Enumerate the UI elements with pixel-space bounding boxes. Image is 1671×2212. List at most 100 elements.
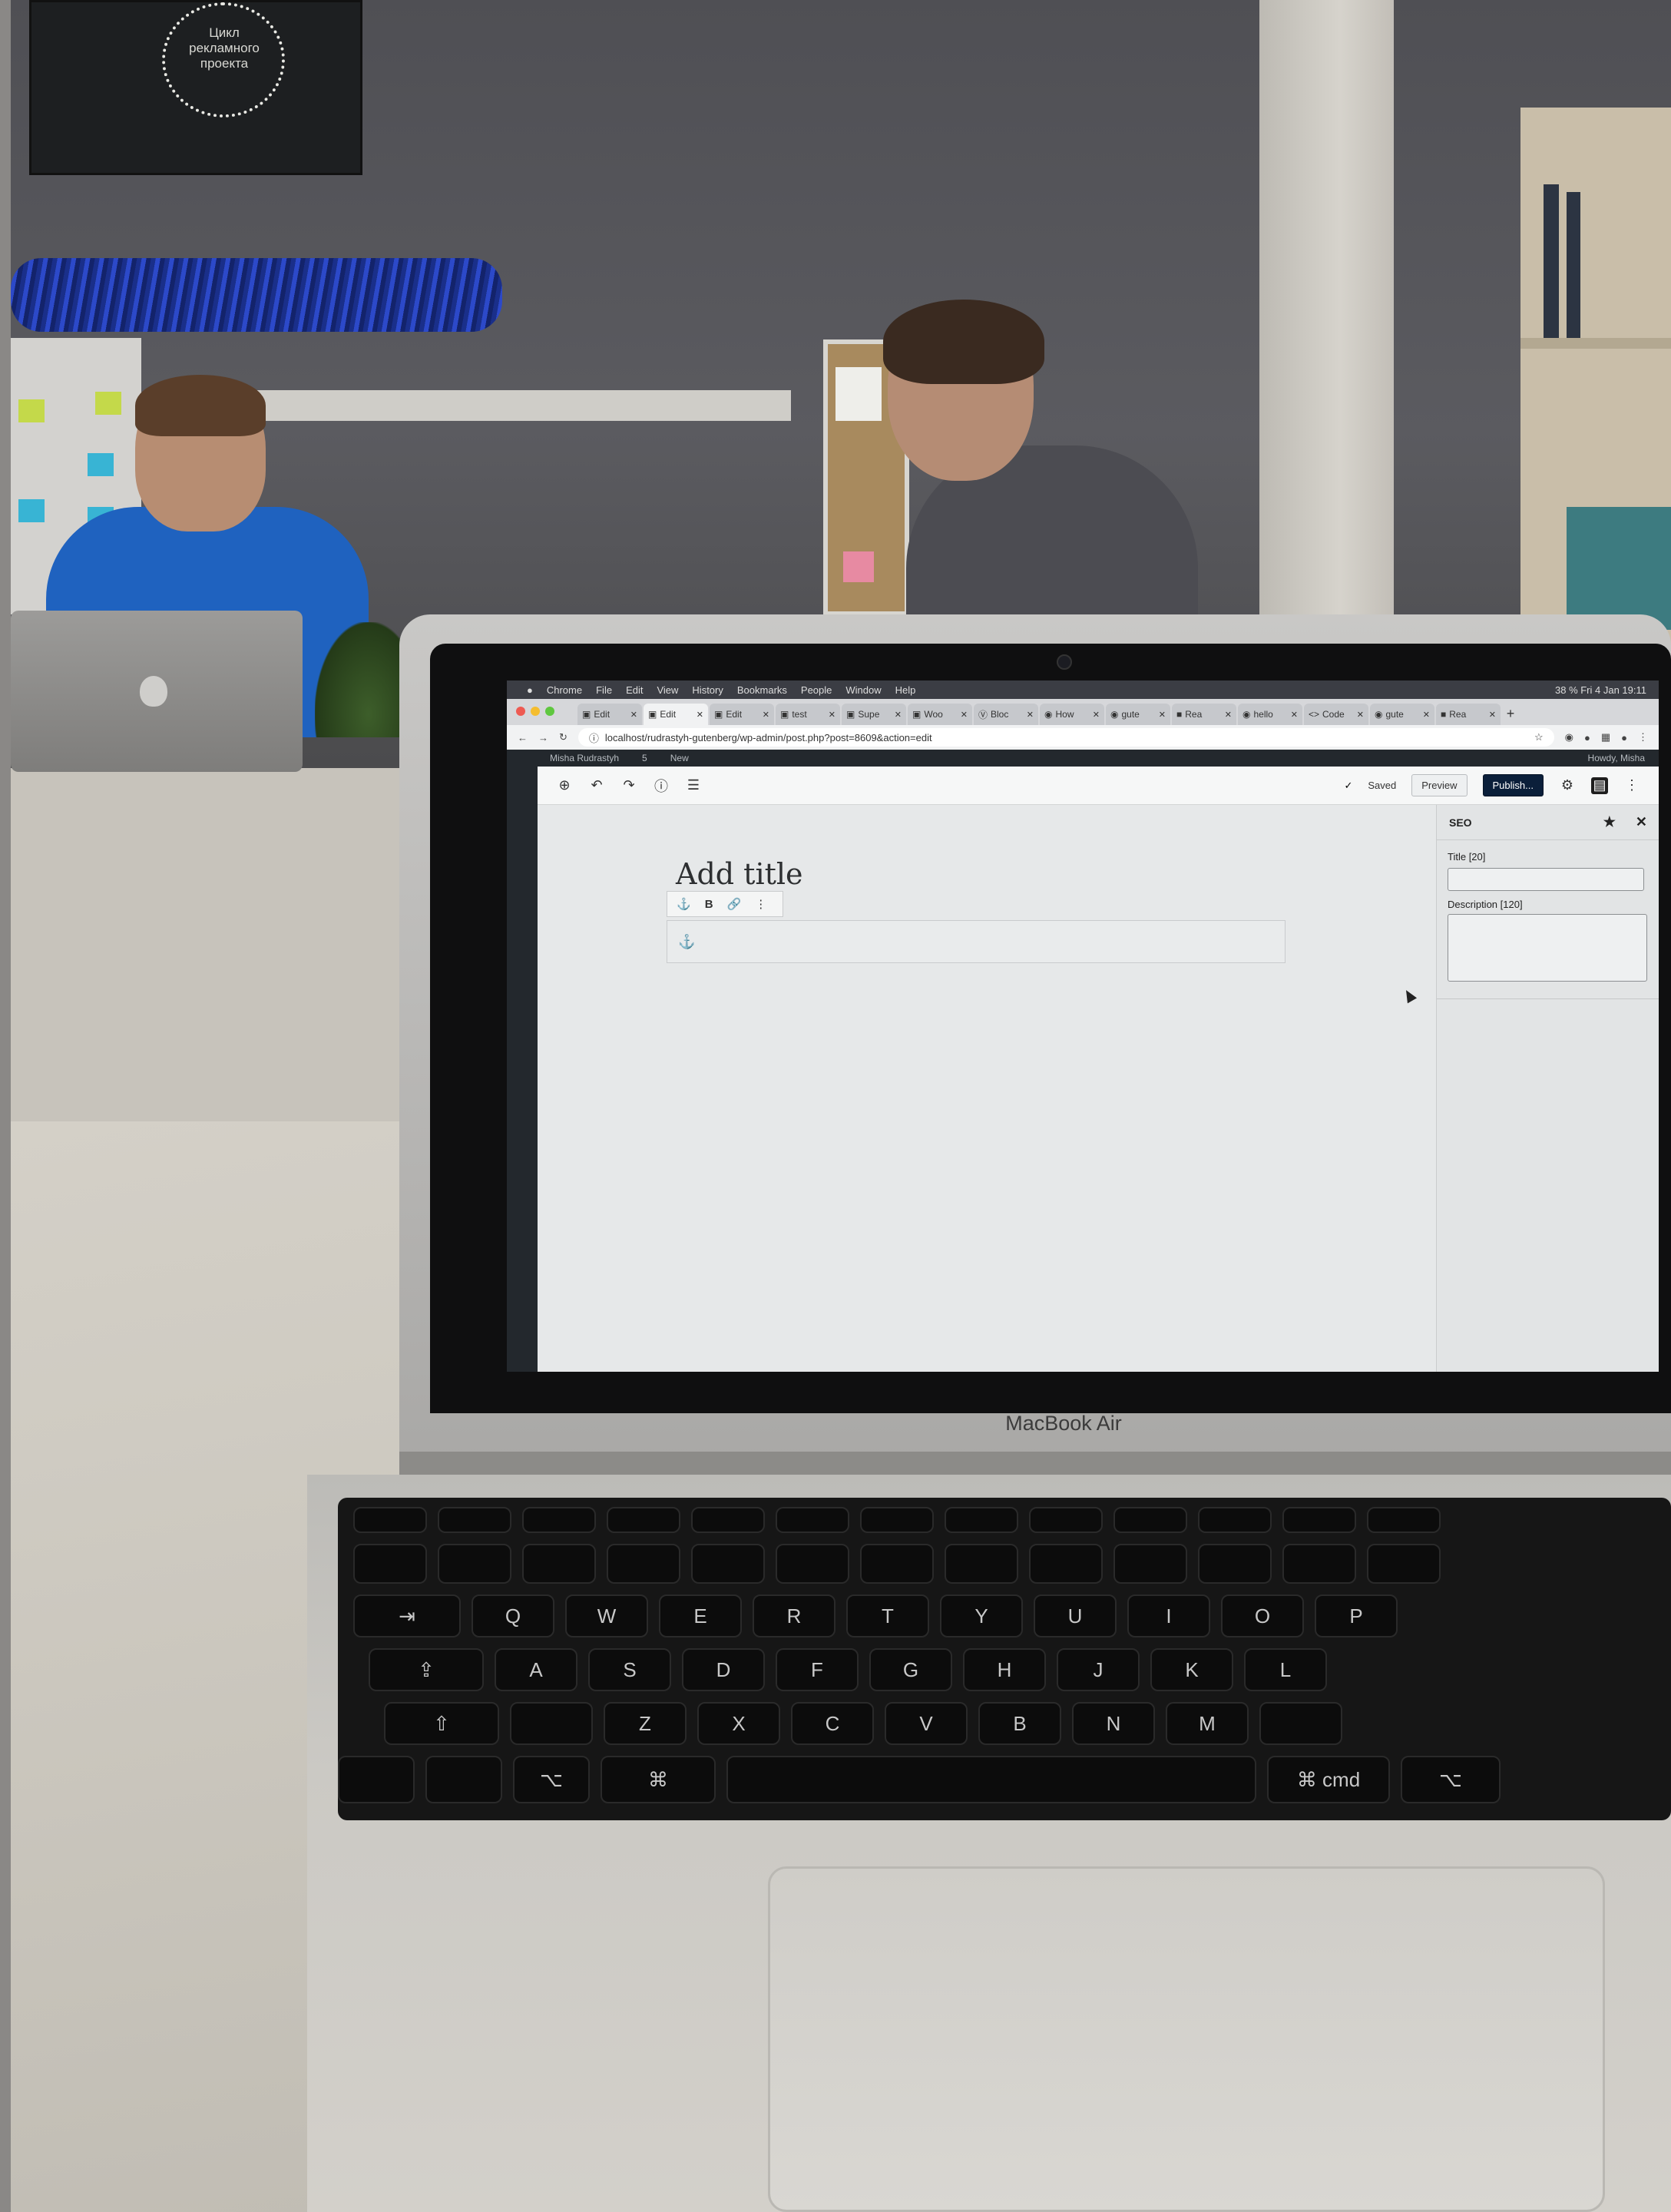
close-icon[interactable]: ✕ bbox=[1357, 710, 1364, 720]
anchor-icon[interactable]: ⚓ bbox=[677, 897, 691, 911]
key-v[interactable]: V bbox=[885, 1702, 968, 1745]
maximize-window-button[interactable] bbox=[545, 707, 554, 716]
menu-edit[interactable]: Edit bbox=[626, 684, 643, 696]
seo-chart-icon[interactable]: ▤ bbox=[1591, 777, 1608, 794]
browser-tab[interactable]: ◉ gute ✕ bbox=[1106, 704, 1170, 725]
ctrl-key[interactable] bbox=[425, 1756, 502, 1803]
browser-tab[interactable]: ▣ Edit ✕ bbox=[710, 704, 774, 725]
browser-tab[interactable]: ■ Rea ✕ bbox=[1436, 704, 1501, 725]
wp-new-link[interactable]: New bbox=[670, 753, 689, 763]
wp-howdy[interactable]: Howdy, Misha bbox=[1588, 753, 1659, 763]
key[interactable] bbox=[1029, 1544, 1103, 1584]
menu-people[interactable]: People bbox=[801, 684, 832, 696]
menu-history[interactable]: History bbox=[692, 684, 723, 696]
bookmark-star-icon[interactable]: ☆ bbox=[1534, 731, 1544, 743]
seo-description-textarea[interactable] bbox=[1448, 914, 1647, 982]
publish-button[interactable]: Publish... bbox=[1482, 774, 1544, 796]
browser-tab[interactable]: ▣ Supe ✕ bbox=[842, 704, 906, 725]
key[interactable] bbox=[1282, 1544, 1356, 1584]
key[interactable] bbox=[1367, 1507, 1441, 1533]
key[interactable] bbox=[1029, 1507, 1103, 1533]
back-arrow-icon[interactable]: ← bbox=[518, 732, 528, 743]
key-y[interactable]: Y bbox=[940, 1594, 1023, 1637]
close-icon[interactable]: ✕ bbox=[1636, 814, 1647, 830]
key-a[interactable]: A bbox=[495, 1648, 577, 1691]
info-icon[interactable]: ⓘ bbox=[653, 777, 670, 794]
settings-gear-icon[interactable]: ⚙ bbox=[1559, 777, 1576, 794]
key[interactable] bbox=[776, 1544, 849, 1584]
block-navigation-icon[interactable]: ☰ bbox=[685, 777, 702, 794]
extension-icon[interactable]: ◉ bbox=[1565, 731, 1573, 743]
seo-title-input[interactable] bbox=[1448, 868, 1644, 891]
key[interactable] bbox=[945, 1507, 1018, 1533]
key-c[interactable]: C bbox=[791, 1702, 874, 1745]
key-k[interactable]: K bbox=[1150, 1648, 1233, 1691]
browser-tab[interactable]: ■ Rea ✕ bbox=[1172, 704, 1236, 725]
key[interactable] bbox=[860, 1507, 934, 1533]
menu-window[interactable]: Window bbox=[845, 684, 881, 696]
close-icon[interactable]: ✕ bbox=[1093, 710, 1100, 720]
close-icon[interactable]: ✕ bbox=[961, 710, 968, 720]
extension-icon[interactable]: ▦ bbox=[1601, 731, 1610, 743]
key-j[interactable]: J bbox=[1057, 1648, 1140, 1691]
menu-bookmarks[interactable]: Bookmarks bbox=[737, 684, 787, 696]
reload-icon[interactable]: ↻ bbox=[559, 731, 567, 743]
fn-key[interactable] bbox=[338, 1756, 415, 1803]
space-bar[interactable] bbox=[726, 1756, 1256, 1803]
key[interactable] bbox=[438, 1507, 511, 1533]
shift-key[interactable]: ⇧ bbox=[384, 1702, 499, 1745]
key[interactable] bbox=[1198, 1544, 1272, 1584]
key-p[interactable]: P bbox=[1315, 1594, 1398, 1637]
wp-comments-count[interactable]: 5 bbox=[642, 753, 647, 763]
key-r[interactable]: R bbox=[753, 1594, 836, 1637]
browser-tab[interactable]: <> Code ✕ bbox=[1304, 704, 1368, 725]
trackpad[interactable] bbox=[768, 1866, 1605, 2212]
apple-menu-icon[interactable]: ● bbox=[527, 684, 533, 696]
key[interactable] bbox=[1198, 1507, 1272, 1533]
key[interactable] bbox=[522, 1507, 596, 1533]
key[interactable] bbox=[860, 1544, 934, 1584]
option-key[interactable]: ⌥ bbox=[513, 1756, 590, 1803]
key[interactable] bbox=[607, 1544, 680, 1584]
link-icon[interactable]: 🔗 bbox=[727, 897, 742, 911]
close-icon[interactable]: ✕ bbox=[1423, 710, 1430, 720]
more-options-icon[interactable]: ⋮ bbox=[1623, 777, 1640, 794]
caps-lock-key[interactable]: ⇪ bbox=[369, 1648, 484, 1691]
tab-key[interactable]: ⇥ bbox=[353, 1594, 461, 1637]
menu-file[interactable]: File bbox=[596, 684, 612, 696]
key[interactable] bbox=[945, 1544, 1018, 1584]
paragraph-block[interactable]: ⚓ bbox=[667, 920, 1286, 963]
key-s[interactable]: S bbox=[588, 1648, 671, 1691]
close-icon[interactable]: ✕ bbox=[1489, 710, 1496, 720]
key[interactable] bbox=[691, 1507, 765, 1533]
browser-tab[interactable]: ▣ test ✕ bbox=[776, 704, 840, 725]
address-bar[interactable]: ⓘ localhost/rudrastyh-gutenberg/wp-admin… bbox=[577, 728, 1554, 747]
key-l[interactable]: L bbox=[1244, 1648, 1327, 1691]
close-icon[interactable]: ✕ bbox=[1027, 710, 1034, 720]
close-icon[interactable]: ✕ bbox=[630, 710, 637, 720]
redo-icon[interactable]: ↷ bbox=[620, 777, 637, 794]
key-d[interactable]: D bbox=[682, 1648, 765, 1691]
key[interactable] bbox=[438, 1544, 511, 1584]
post-title-placeholder[interactable]: Add title bbox=[676, 857, 803, 891]
key-g[interactable]: G bbox=[869, 1648, 952, 1691]
wp-site-name[interactable]: Misha Rudrastyh bbox=[550, 753, 619, 763]
close-icon[interactable]: ✕ bbox=[1159, 710, 1166, 720]
option-key[interactable]: ⌥ bbox=[1401, 1756, 1501, 1803]
browser-tab[interactable]: Ⓥ Bloc ✕ bbox=[974, 704, 1038, 725]
key-i[interactable]: I bbox=[1127, 1594, 1210, 1637]
command-key[interactable]: ⌘ bbox=[601, 1756, 716, 1803]
add-block-icon[interactable]: ⊕ bbox=[556, 777, 573, 794]
bold-button[interactable]: B bbox=[705, 898, 713, 911]
key[interactable] bbox=[607, 1507, 680, 1533]
close-icon[interactable]: ✕ bbox=[1225, 710, 1232, 720]
key[interactable] bbox=[1113, 1507, 1187, 1533]
key-t[interactable]: T bbox=[846, 1594, 929, 1637]
menu-chrome[interactable]: Chrome bbox=[547, 684, 582, 696]
key[interactable] bbox=[510, 1702, 593, 1745]
undo-icon[interactable]: ↶ bbox=[588, 777, 605, 794]
key[interactable] bbox=[353, 1507, 427, 1533]
close-icon[interactable]: ✕ bbox=[763, 710, 769, 720]
key[interactable] bbox=[1367, 1544, 1441, 1584]
profile-avatar-icon[interactable]: ● bbox=[1621, 732, 1627, 743]
